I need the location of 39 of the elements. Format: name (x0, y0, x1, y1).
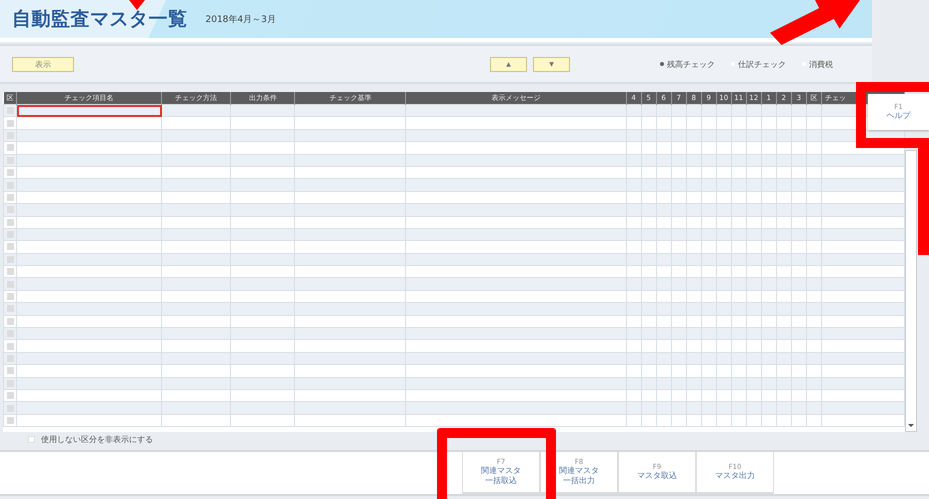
row-marker-icon[interactable] (6, 156, 14, 164)
row-marker-icon[interactable] (6, 280, 14, 288)
row-marker-icon[interactable] (6, 182, 14, 189)
row-marker-icon[interactable] (6, 380, 14, 387)
annotation-arrow (127, 0, 147, 10)
row-marker-icon[interactable] (6, 416, 14, 424)
scroll-down-icon[interactable] (908, 424, 914, 427)
checkbox-label: 使用しない区分を非表示にする (41, 434, 153, 445)
row-marker-icon[interactable] (6, 367, 14, 374)
radio-label: 残高チェック (667, 58, 715, 70)
row-marker-icon[interactable] (6, 342, 14, 350)
row-marker-icon[interactable] (6, 194, 14, 201)
table-cell[interactable] (16, 104, 162, 117)
row-marker-icon[interactable] (6, 392, 14, 400)
row-marker-icon[interactable] (6, 107, 14, 114)
row-marker-icon[interactable] (6, 120, 14, 127)
row-marker-icon[interactable] (6, 231, 14, 238)
page-title: 自動監査マスタ一覧 (12, 10, 188, 28)
period-label: 2018年4月～3月 (206, 14, 276, 26)
row-marker-icon[interactable] (6, 293, 14, 300)
radio-label: 消費税 (809, 58, 833, 70)
row-marker-icon[interactable] (6, 218, 14, 226)
row-marker-icon[interactable] (6, 243, 14, 250)
row-marker-icon[interactable] (6, 404, 14, 412)
scrollbar[interactable] (905, 150, 917, 432)
checkbox[interactable] (28, 436, 35, 443)
row-marker-icon[interactable] (6, 330, 14, 338)
row-marker-icon[interactable] (6, 144, 14, 152)
row-marker-icon[interactable] (6, 169, 14, 176)
radio-label: 仕訳チェック (738, 58, 786, 70)
row-marker-icon[interactable] (6, 132, 14, 139)
row-marker-icon[interactable] (6, 305, 14, 312)
row-marker-icon[interactable] (6, 268, 14, 276)
row-marker-icon[interactable] (6, 256, 14, 263)
row-marker-icon[interactable] (6, 206, 14, 214)
radio-button[interactable] (660, 62, 664, 66)
row-marker-icon[interactable] (6, 318, 14, 325)
row-marker-icon[interactable] (6, 355, 14, 362)
show-button[interactable]: 表示 (12, 56, 74, 72)
